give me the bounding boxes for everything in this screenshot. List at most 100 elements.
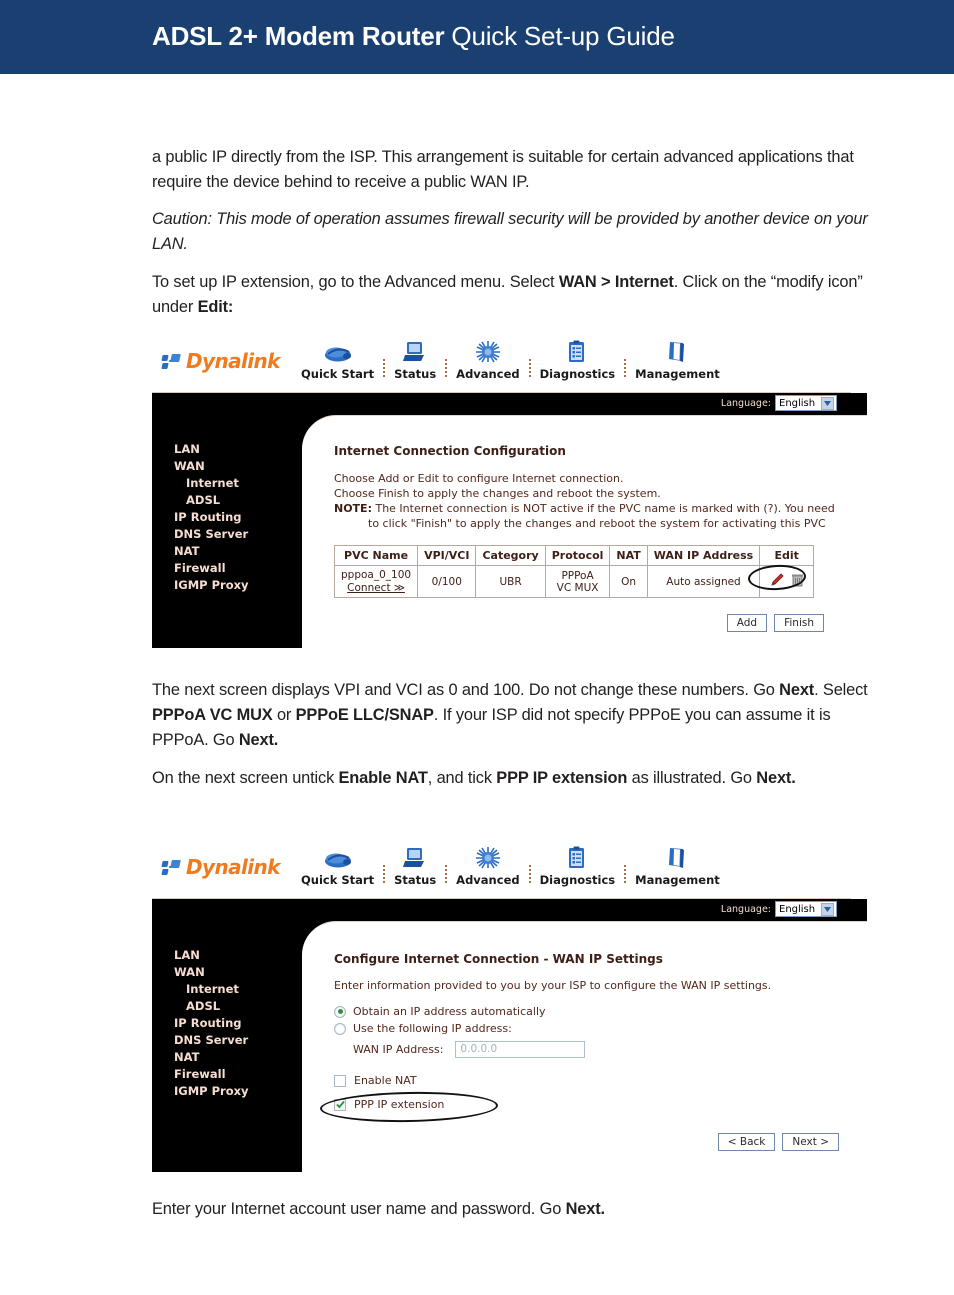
dynalink-mark-icon xyxy=(162,859,181,876)
router-body-1: LAN WAN Internet ADSL IP Routing DNS Ser… xyxy=(152,415,867,648)
chevron-down-icon[interactable] xyxy=(821,397,834,410)
sidebar-item-ip-routing-1[interactable]: IP Routing xyxy=(152,509,302,526)
para5-bold-ppp-ip-extension: PPP IP extension xyxy=(496,769,627,787)
sidebar-item-dns-server-2[interactable]: DNS Server xyxy=(152,1032,302,1049)
nav-item-management-2[interactable]: Management xyxy=(626,844,729,887)
para4-bold-next-1: Next xyxy=(779,681,814,699)
sidebar-item-adsl-1[interactable]: ADSL xyxy=(152,492,302,509)
pvc-connect-link[interactable]: Connect ≫ xyxy=(341,582,411,594)
sidebar-item-ip-routing-2[interactable]: IP Routing xyxy=(152,1015,302,1032)
para6-bold-next: Next. xyxy=(566,1200,605,1218)
protocol-line2: VC MUX xyxy=(552,582,604,594)
screen2-button-row: < Back Next > xyxy=(334,1133,839,1151)
page-root: ADSL 2+ Modem Router Quick Set-up Guide … xyxy=(0,0,954,1295)
sidebar-item-firewall-2[interactable]: Firewall xyxy=(152,1066,302,1083)
nav-item-status-2[interactable]: Status xyxy=(385,844,445,887)
sidebar-item-firewall-1[interactable]: Firewall xyxy=(152,560,302,577)
router-nav-1: Quick Start Status Advanced xyxy=(292,338,729,381)
para3-text-a: To set up IP extension, go to the Advanc… xyxy=(152,273,559,291)
sidebar-item-nat-1[interactable]: NAT xyxy=(152,543,302,560)
paragraph-nat-extension: On the next screen untick Enable NAT, an… xyxy=(152,766,868,791)
nav-item-advanced-1[interactable]: Advanced xyxy=(447,338,528,381)
radio-obtain-auto[interactable] xyxy=(334,1006,346,1018)
sidebar-item-internet-2[interactable]: Internet xyxy=(152,981,302,998)
screen1-note-text1: The Internet connection is NOT active if… xyxy=(372,502,835,515)
sidebar-item-lan-2[interactable]: LAN xyxy=(152,947,302,964)
router-top-bar-1: Dynalink Quick Start Status xyxy=(152,333,867,393)
sidebar-item-igmp-proxy-2[interactable]: IGMP Proxy xyxy=(152,1083,302,1100)
back-button[interactable]: < Back xyxy=(718,1133,776,1151)
pvc-table: PVC Name VPI/VCI Category Protocol NAT W… xyxy=(334,545,814,598)
page-title-bold: ADSL 2+ Modem Router xyxy=(152,21,444,51)
chevron-down-icon[interactable] xyxy=(821,903,834,916)
sidebar-item-wan-1[interactable]: WAN xyxy=(152,458,302,475)
add-button[interactable]: Add xyxy=(727,614,767,632)
nav-item-quick-start-1[interactable]: Quick Start xyxy=(292,338,383,381)
cell-pvc-name: pppoa_0_100 Connect ≫ xyxy=(335,566,418,598)
para3-bold-wan-internet: WAN > Internet xyxy=(559,273,674,291)
router-screenshot-internet-connection: Dynalink Quick Start Status xyxy=(152,333,867,648)
dynalink-mark-icon xyxy=(162,353,181,370)
checkbox-enable-nat[interactable] xyxy=(334,1075,346,1087)
cell-nat: On xyxy=(610,566,647,598)
screen1-line2: Choose Finish to apply the changes and r… xyxy=(334,486,867,501)
col-edit: Edit xyxy=(760,546,814,566)
monitor-icon xyxy=(402,338,428,364)
para5-text-c: , and tick xyxy=(428,769,497,787)
radio-use-following[interactable] xyxy=(334,1023,346,1035)
screen1-note-line1: NOTE: The Internet connection is NOT act… xyxy=(334,501,867,516)
sidebar-item-igmp-proxy-1[interactable]: IGMP Proxy xyxy=(152,577,302,594)
sidebar-item-adsl-2[interactable]: ADSL xyxy=(152,998,302,1015)
checkbox-row-enable-nat[interactable]: Enable NAT xyxy=(334,1074,847,1087)
language-label-1: Language: xyxy=(721,398,771,409)
next-button[interactable]: Next > xyxy=(782,1133,839,1151)
col-wan-ip-address: WAN IP Address xyxy=(647,546,759,566)
router-content-2: Configure Internet Connection - WAN IP S… xyxy=(302,921,867,1172)
nav-item-status-1[interactable]: Status xyxy=(385,338,445,381)
chip-icon xyxy=(475,338,501,364)
paragraph-vpi-vci: The next screen displays VPI and VCI as … xyxy=(152,678,868,753)
cell-wan-ip: Auto assigned xyxy=(647,566,759,598)
language-selector-wrap-1: Language: English xyxy=(721,395,837,411)
clipboard-icon xyxy=(566,338,588,364)
nav-item-quick-start-2[interactable]: Quick Start xyxy=(292,844,383,887)
nav-label-management-2: Management xyxy=(635,873,720,887)
radio-label-obtain-auto: Obtain an IP address automatically xyxy=(353,1005,546,1018)
nav-item-advanced-2[interactable]: Advanced xyxy=(447,844,528,887)
nav-item-diagnostics-1[interactable]: Diagnostics xyxy=(531,338,625,381)
sidebar-item-wan-2[interactable]: WAN xyxy=(152,964,302,981)
mouse-icon xyxy=(323,338,353,364)
language-selector-wrap-2: Language: English xyxy=(721,901,837,917)
nav-item-management-1[interactable]: Management xyxy=(626,338,729,381)
language-select-1[interactable]: English xyxy=(775,395,837,411)
sidebar-item-lan-1[interactable]: LAN xyxy=(152,441,302,458)
nav-label-diagnostics-2: Diagnostics xyxy=(540,873,616,887)
radio-row-use-following[interactable]: Use the following IP address: xyxy=(334,1022,847,1035)
dynalink-wordmark: Dynalink xyxy=(186,349,280,373)
screen2-subtitle: Enter information provided to you by you… xyxy=(334,978,847,993)
book-icon xyxy=(666,844,688,870)
para5-text-a: On the next screen untick xyxy=(152,769,339,787)
language-select-2[interactable]: English xyxy=(775,901,837,917)
wan-ip-address-input[interactable]: 0.0.0.0 xyxy=(455,1041,585,1058)
checkbox-row-ppp-ip-extension[interactable]: PPP IP extension xyxy=(334,1098,847,1111)
sidebar-item-dns-server-1[interactable]: DNS Server xyxy=(152,526,302,543)
para6-text-a: Enter your Internet account user name an… xyxy=(152,1200,566,1218)
nav-item-diagnostics-2[interactable]: Diagnostics xyxy=(531,844,625,887)
router-language-bar-1: Language: English xyxy=(152,393,867,415)
router-body-2: LAN WAN Internet ADSL IP Routing DNS Ser… xyxy=(152,921,867,1172)
finish-button[interactable]: Finish xyxy=(774,614,824,632)
sidebar-item-nat-2[interactable]: NAT xyxy=(152,1049,302,1066)
nav-label-advanced: Advanced xyxy=(456,367,519,381)
nav-label-advanced-2: Advanced xyxy=(456,873,519,887)
paragraph-setup-instructions: To set up IP extension, go to the Advanc… xyxy=(152,270,868,320)
nav-label-management: Management xyxy=(635,367,720,381)
para5-text-e: as illustrated. Go xyxy=(627,769,756,787)
language-label-2: Language: xyxy=(721,904,771,915)
sidebar-item-internet-1[interactable]: Internet xyxy=(152,475,302,492)
radio-row-obtain-auto[interactable]: Obtain an IP address automatically xyxy=(334,1005,847,1018)
protocol-line1: PPPoA xyxy=(552,570,604,582)
page-title-regular: Quick Set-up Guide xyxy=(444,21,674,51)
nav-label-status: Status xyxy=(394,367,436,381)
router-language-bar-2: Language: English xyxy=(152,899,867,921)
